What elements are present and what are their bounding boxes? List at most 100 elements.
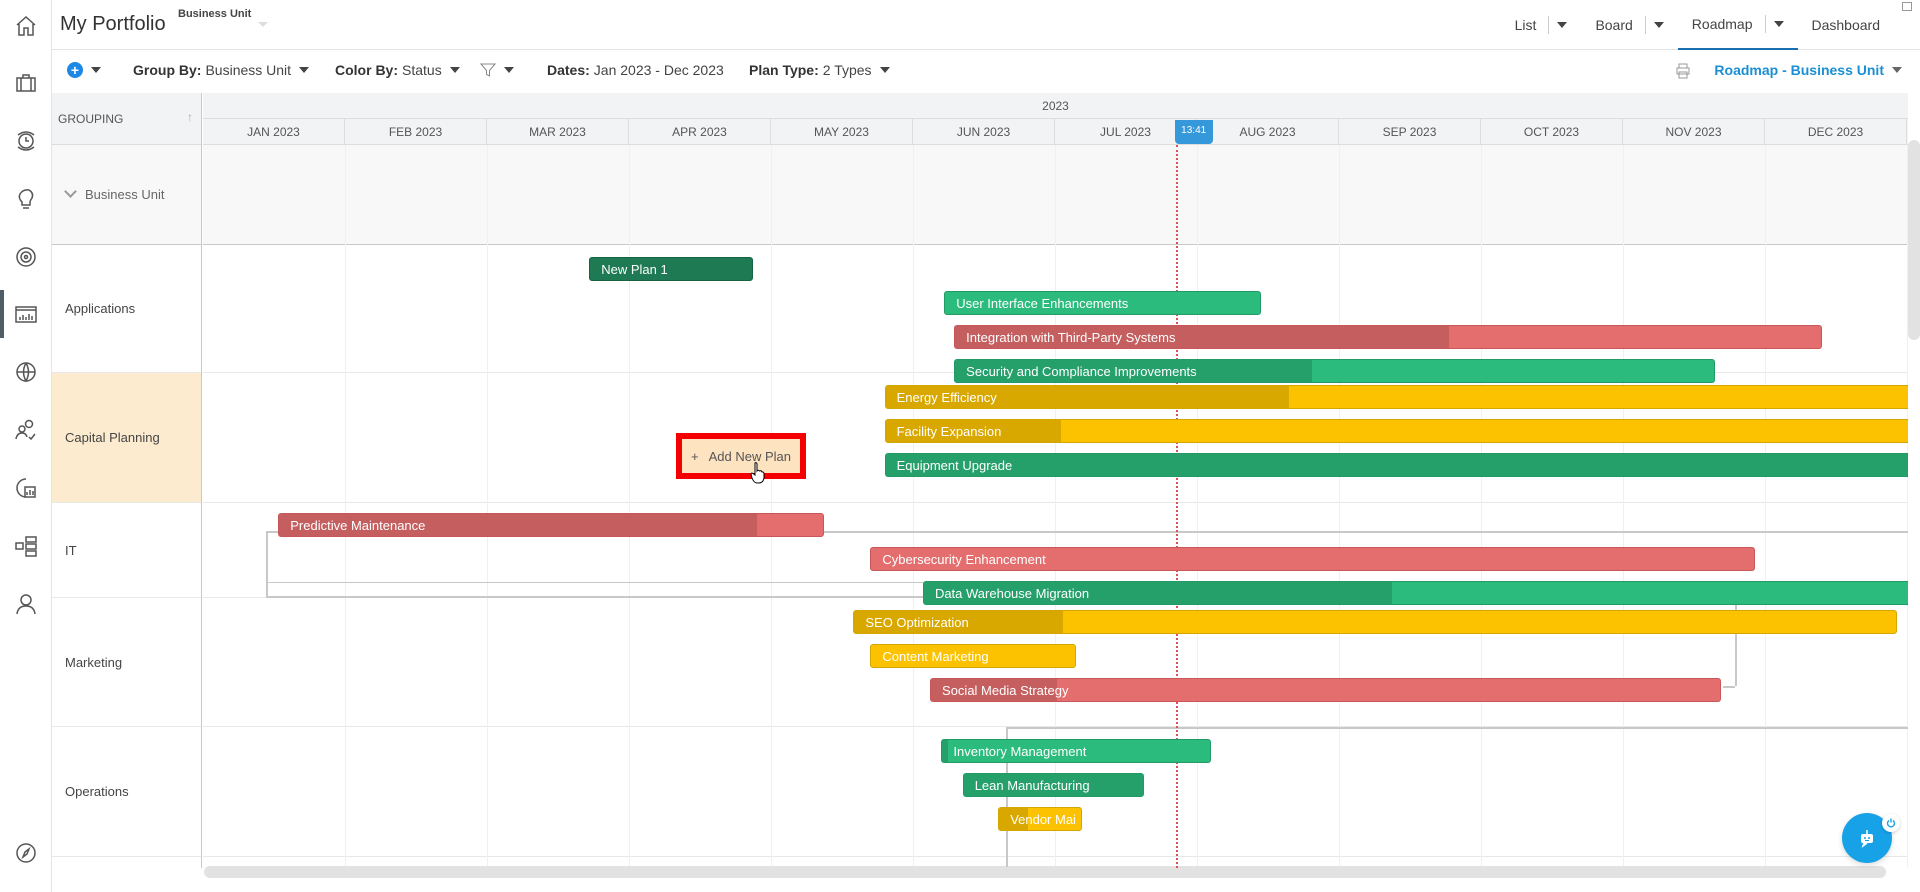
group-by-value: Business Unit <box>205 62 292 78</box>
dates-value: Jan 2023 - Dec 2023 <box>593 62 724 78</box>
vertical-scrollbar[interactable] <box>1908 140 1920 340</box>
group-header-label: Business Unit <box>85 187 165 202</box>
plan-bar[interactable]: Integration with Third-Party Systems <box>954 325 1822 349</box>
month-label: NOV 2023 <box>1623 119 1765 145</box>
target-icon[interactable] <box>13 244 39 270</box>
plan-bar-label: Equipment Upgrade <box>896 458 1013 473</box>
plan-bar[interactable]: Predictive Maintenance <box>278 513 824 537</box>
month-gridline <box>771 145 772 868</box>
group-row-label: Applications <box>52 245 201 373</box>
plan-bar[interactable]: Social Media Strategy <box>930 678 1721 702</box>
color-by-value: Status <box>402 62 442 78</box>
month-label: FEB 2023 <box>345 119 487 145</box>
plan-bar-label: Facility Expansion <box>896 424 1002 439</box>
month-label: SEP 2023 <box>1339 119 1481 145</box>
plan-bar[interactable]: Equipment Upgrade <box>884 453 1908 477</box>
group-by-dropdown[interactable]: Group By: Business Unit <box>133 62 310 78</box>
add-new-plan-button[interactable]: + Add New Plan <box>676 433 806 479</box>
report-icon[interactable] <box>13 475 39 501</box>
plan-bar[interactable]: Energy Efficiency <box>884 385 1908 409</box>
group-row-label: IT <box>52 503 201 598</box>
add-menu-caret-icon[interactable] <box>91 67 101 73</box>
user-icon[interactable] <box>13 591 39 617</box>
month-gridline <box>1339 145 1340 868</box>
home-icon[interactable] <box>13 13 39 39</box>
group-row-label: Capital Planning <box>52 373 201 503</box>
plus-circle-icon: + <box>67 62 83 78</box>
subtitle-caret-icon[interactable] <box>258 22 268 27</box>
roadmap-menu-caret-icon[interactable] <box>1773 21 1784 27</box>
plan-bar[interactable]: Data Warehouse Migration <box>922 581 1908 605</box>
plan-bar[interactable]: Cybersecurity Enhancement <box>870 547 1756 571</box>
sort-arrow-icon[interactable]: ↑ <box>187 110 193 124</box>
group-header-business-unit[interactable]: Business Unit <box>52 145 201 245</box>
power-icon <box>1886 818 1896 828</box>
month-gridline <box>1481 145 1482 868</box>
chevron-down-icon <box>299 67 310 73</box>
chevron-down-icon <box>879 67 890 73</box>
board-menu-caret-icon[interactable] <box>1653 22 1664 28</box>
briefcase-icon[interactable] <box>13 70 39 96</box>
plan-bar[interactable]: Lean Manufacturing <box>962 773 1145 797</box>
plan-bar-label: Lean Manufacturing <box>974 778 1090 793</box>
roadmap-grid: GROUPING ↑ Business Unit Applications Capi… <box>52 93 1908 868</box>
plan-bar[interactable]: User Interface Enhancements <box>944 291 1261 315</box>
tab-list[interactable]: List <box>1501 0 1582 50</box>
saved-view-name: Roadmap - Business Unit <box>1714 62 1884 78</box>
plan-type-label: Plan Type: <box>749 62 819 78</box>
print-button[interactable] <box>1674 62 1692 80</box>
tab-roadmap[interactable]: Roadmap <box>1677 0 1798 50</box>
plan-type-dropdown[interactable]: Plan Type: 2 Types <box>749 62 890 78</box>
list-menu-caret-icon[interactable] <box>1557 22 1568 28</box>
plan-bar[interactable]: New Plan 1 <box>589 257 753 281</box>
add-button[interactable]: + <box>67 62 101 78</box>
page-title: My Portfolio <box>60 13 166 35</box>
group-row-label: Operations <box>52 727 201 857</box>
plan-bar[interactable]: SEO Optimization <box>853 610 1898 634</box>
color-by-dropdown[interactable]: Color By: Status <box>335 62 460 78</box>
plan-bar[interactable]: Security and Compliance Improvements <box>954 359 1716 383</box>
month-label: JUN 2023 <box>913 119 1055 145</box>
chevron-down-icon <box>449 67 460 73</box>
chevron-down-icon[interactable] <box>64 185 77 198</box>
plan-bar[interactable]: Content Marketing <box>870 644 1077 668</box>
month-gridline <box>1765 145 1766 868</box>
plan-bar[interactable]: Inventory Management <box>941 739 1212 763</box>
plan-type-value: 2 Types <box>822 62 872 78</box>
hierarchy-icon[interactable] <box>13 533 39 559</box>
compass-icon[interactable] <box>13 840 39 866</box>
grouping-column: GROUPING ↑ Business Unit Applications Capi… <box>52 93 202 868</box>
plan-bar[interactable]: Vendor Mai <box>998 807 1082 831</box>
grouping-header[interactable]: GROUPING ↑ <box>52 93 201 145</box>
left-sidebar <box>0 0 52 892</box>
tab-dashboard-label: Dashboard <box>1811 17 1881 33</box>
group-row-label: Marketing <box>52 598 201 727</box>
view-tabs: List Board Roadmap Dashboard <box>1501 0 1920 50</box>
roadmap-chart-icon[interactable] <box>13 301 39 327</box>
timeline: 2023 JAN 2023 FEB 2023 MAR 2023 APR 2023 MAY… <box>203 93 1908 868</box>
today-marker: 13:41 <box>1174 120 1213 144</box>
plan-bar-label: SEO Optimization <box>865 615 969 630</box>
saved-view-dropdown[interactable]: Roadmap - Business Unit <box>1714 62 1902 78</box>
tab-board[interactable]: Board <box>1581 0 1677 50</box>
month-label: OCT 2023 <box>1481 119 1623 145</box>
filter-button[interactable] <box>480 62 514 78</box>
team-icon[interactable] <box>13 417 39 443</box>
top-bar: My Portfolio Business Unit List Board Ro… <box>52 0 1920 50</box>
timesheet-icon[interactable] <box>13 128 39 154</box>
expand-icon[interactable] <box>1902 2 1912 11</box>
month-label: MAR 2023 <box>487 119 629 145</box>
plan-bar-label: Predictive Maintenance <box>290 518 426 533</box>
plan-bar-label: Energy Efficiency <box>896 390 997 405</box>
lightbulb-icon[interactable] <box>13 186 39 212</box>
globe-icon[interactable] <box>13 359 39 385</box>
plan-bar[interactable]: Facility Expansion <box>884 419 1908 443</box>
month-gridline <box>345 145 346 868</box>
dates-selector[interactable]: Dates: Jan 2023 - Dec 2023 <box>547 62 724 78</box>
horizontal-scrollbar[interactable] <box>204 866 1886 878</box>
month-label: MAY 2023 <box>771 119 913 145</box>
chatbot-power-button[interactable] <box>1882 814 1900 832</box>
group-by-label: Group By: <box>133 62 202 78</box>
plan-bar-label: Integration with Third-Party Systems <box>966 330 1176 345</box>
portfolio-subtitle[interactable]: Business Unit <box>178 8 251 20</box>
